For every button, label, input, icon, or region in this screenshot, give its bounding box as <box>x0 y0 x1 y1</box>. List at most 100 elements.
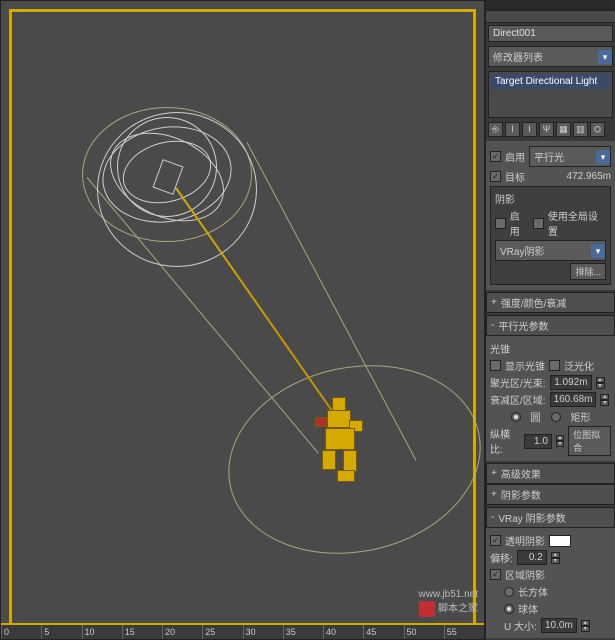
plus-icon: + <box>491 468 497 479</box>
rollout-general: 启用 平行光 ▾ 目标 472.965m 阴影 启用 <box>486 141 615 290</box>
ruler-tick: 5 <box>41 625 81 639</box>
shape-rect-radio[interactable] <box>551 412 561 422</box>
modifier-stack[interactable]: Target Directional Light <box>488 71 613 118</box>
ruler-tick: 35 <box>283 625 323 639</box>
ruler-tick: 25 <box>202 625 242 639</box>
make-unique-button[interactable]: Ψ <box>539 122 554 137</box>
configure-button[interactable]: ⛭ <box>590 122 605 137</box>
u-size-value[interactable]: 10.0m <box>541 618 577 633</box>
chevron-down-icon: ▾ <box>591 244 605 258</box>
light-type-value: 平行光 <box>530 147 596 166</box>
time-ruler[interactable]: 0 5 10 15 20 25 30 35 40 45 50 55 <box>1 623 484 639</box>
rollout-shadow-params-header[interactable]: + 阴影参数 <box>486 484 615 505</box>
stack-toolbar: ⎆ I I Ψ ▦ ▥ ⛭ <box>486 120 615 139</box>
rollout-intensity-header[interactable]: + 强度/颜色/衰减 <box>486 292 615 313</box>
hotspot-spinner[interactable]: ▴▾ <box>596 377 605 389</box>
falloff-label: 衰减区/区域: <box>490 392 546 407</box>
shape-circle-radio[interactable] <box>511 412 521 422</box>
global-settings-label: 使用全局设置 <box>548 208 606 238</box>
show-end2-button[interactable]: I <box>522 122 537 137</box>
show-cone-label: 显示光锥 <box>505 358 545 373</box>
u-size-spinner[interactable]: ▴▾ <box>581 620 590 632</box>
minus-icon: - <box>491 512 494 523</box>
aspect-spinner[interactable]: ▴▾ <box>556 435 564 447</box>
enable-light-label: 启用 <box>505 149 525 164</box>
ruler-tick: 50 <box>404 625 444 639</box>
targeted-checkbox[interactable] <box>490 171 501 182</box>
area-shadow-checkbox[interactable] <box>490 569 501 580</box>
color-swatch[interactable] <box>549 535 571 547</box>
falloff-spinner[interactable]: ▴▾ <box>600 394 609 406</box>
transparent-shadow-checkbox[interactable] <box>490 535 501 546</box>
plus-icon: + <box>491 489 497 500</box>
sphere-radio[interactable] <box>504 604 514 614</box>
rollout-shadow-params-label: 阴影参数 <box>501 487 541 502</box>
box-label: 长方体 <box>518 584 548 599</box>
target-distance: 472.965m <box>529 171 611 182</box>
object-name-field[interactable]: Direct001 <box>488 25 613 42</box>
rollout-parallel-header[interactable]: -平行光参数 <box>486 315 615 336</box>
pin-stack-button[interactable]: ⎆ <box>488 122 503 137</box>
viewport[interactable]: 0 5 10 15 20 25 30 35 40 45 50 55 www.jb… <box>0 0 485 640</box>
bias-label: 偏移: <box>490 550 513 565</box>
modifier-list-dropdown[interactable]: 修改器列表 ▾ <box>488 46 613 67</box>
area-shadow-label: 区域阴影 <box>505 567 545 582</box>
targeted-label: 目标 <box>505 169 525 184</box>
rollout-parallel: -平行光参数 光锥 显示光锥 泛光化 聚光区/光束: 1.092m ▴▾ 衰减区… <box>486 315 615 461</box>
stack-item[interactable]: Target Directional Light <box>491 74 610 89</box>
remove-modifier-button[interactable]: ▦ <box>556 122 571 137</box>
scene-3d[interactable] <box>12 12 473 628</box>
shape-rect-label: 矩形 <box>571 409 591 424</box>
rollout-parallel-label: 平行光参数 <box>498 318 548 333</box>
ruler-tick: 40 <box>323 625 363 639</box>
ruler-tick: 10 <box>82 625 122 639</box>
global-settings-checkbox[interactable] <box>533 218 544 229</box>
panel-tabs[interactable] <box>486 11 615 24</box>
minus-icon: - <box>491 320 494 331</box>
rollout-advanced-header[interactable]: + 高级效果 <box>486 463 615 484</box>
plus-icon: + <box>491 297 497 308</box>
chevron-down-icon: ▾ <box>598 50 612 64</box>
exclude-button[interactable]: 排除... <box>570 263 606 280</box>
rollout-vray-label: VRay 阴影参数 <box>498 510 565 525</box>
sphere-label: 球体 <box>518 601 538 616</box>
ruler-tick: 0 <box>1 625 41 639</box>
watermark-name: 脚本之家 <box>438 604 478 615</box>
box-radio[interactable] <box>504 587 514 597</box>
rollout-vray-header[interactable]: -VRay 阴影参数 <box>486 507 615 528</box>
trash-button[interactable]: ▥ <box>573 122 588 137</box>
modifier-list-label: 修改器列表 <box>489 47 598 66</box>
ruler-tick: 15 <box>122 625 162 639</box>
chevron-down-icon: ▾ <box>596 150 610 164</box>
light-cone-group: 光锥 <box>490 341 611 356</box>
hotspot-value[interactable]: 1.092m <box>550 375 592 390</box>
falloff-value[interactable]: 160.68m <box>550 392 597 407</box>
shadow-type-dropdown[interactable]: VRay阴影 ▾ <box>495 240 606 261</box>
bias-spinner[interactable]: ▴▾ <box>551 552 560 564</box>
ruler-tick: 55 <box>444 625 484 639</box>
aspect-value[interactable]: 1.0 <box>524 434 552 449</box>
rollout-vray-shadow: -VRay 阴影参数 透明阴影 偏移: 0.2 ▴▾ 区域阴影 <box>486 507 615 638</box>
show-cone-checkbox[interactable] <box>490 360 501 371</box>
ruler-tick: 20 <box>162 625 202 639</box>
bias-value[interactable]: 0.2 <box>517 550 547 565</box>
shadow-enable-label: 启用 <box>510 208 529 238</box>
mesh-object[interactable] <box>307 392 387 487</box>
ruler-tick: 45 <box>363 625 403 639</box>
enable-light-checkbox[interactable] <box>490 151 501 162</box>
show-end-button[interactable]: I <box>505 122 520 137</box>
shadow-type-value: VRay阴影 <box>496 241 591 260</box>
transparent-shadow-label: 透明阴影 <box>505 533 545 548</box>
viewport-active-border <box>9 9 476 631</box>
overshoot-checkbox[interactable] <box>549 360 560 371</box>
light-type-dropdown[interactable]: 平行光 ▾ <box>529 146 611 167</box>
bitmap-fit-button[interactable]: 位图拟合 <box>568 426 611 456</box>
shadows-group: 阴影 启用 使用全局设置 VRay阴影 ▾ 排除... <box>490 186 611 285</box>
shadow-enable-checkbox[interactable] <box>495 218 506 229</box>
u-size-label: U 大小: <box>504 618 537 633</box>
watermark-logo-icon <box>419 601 435 617</box>
rollout-intensity-label: 强度/颜色/衰减 <box>501 295 567 310</box>
hotspot-label: 聚光区/光束: <box>490 375 546 390</box>
aspect-label: 纵横比: <box>490 426 520 456</box>
rollout-advanced-label: 高级效果 <box>501 466 541 481</box>
